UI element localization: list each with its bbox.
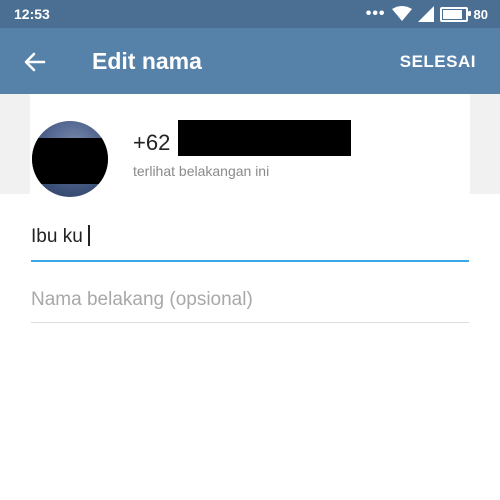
signal-icon [417,6,434,22]
text-cursor [87,225,90,246]
right-gutter [470,94,500,194]
contact-phone: +62 [133,130,171,155]
first-name-underline [31,260,469,262]
first-name-value: Ibu ku [31,226,83,247]
arrow-left-icon [24,52,46,72]
page-title: Edit nama [92,48,202,74]
redaction-mask [32,138,108,184]
last-name-field[interactable]: Nama belakang (opsional) [31,284,469,322]
last-name-underline [31,322,469,323]
last-name-placeholder: Nama belakang (opsional) [31,289,253,310]
left-gutter [0,94,30,194]
first-name-field[interactable]: Ibu ku [31,220,469,258]
avatar[interactable] [32,121,108,197]
more-notifications-icon: ••• [365,5,386,22]
status-time: 12:53 [14,6,50,22]
phone-redaction [178,120,351,156]
done-button[interactable]: SELESAI [400,52,476,72]
back-button[interactable] [18,45,52,79]
app-bar: Edit nama SELESAI [0,28,500,94]
status-icons: ••• 80 [366,5,488,23]
wifi-icon [391,6,412,21]
battery-icon [439,6,471,22]
last-seen-status: terlihat belakangan ini [133,163,270,179]
status-bar: 12:53 ••• 80 [0,0,500,28]
battery-level: 80 [473,6,488,22]
